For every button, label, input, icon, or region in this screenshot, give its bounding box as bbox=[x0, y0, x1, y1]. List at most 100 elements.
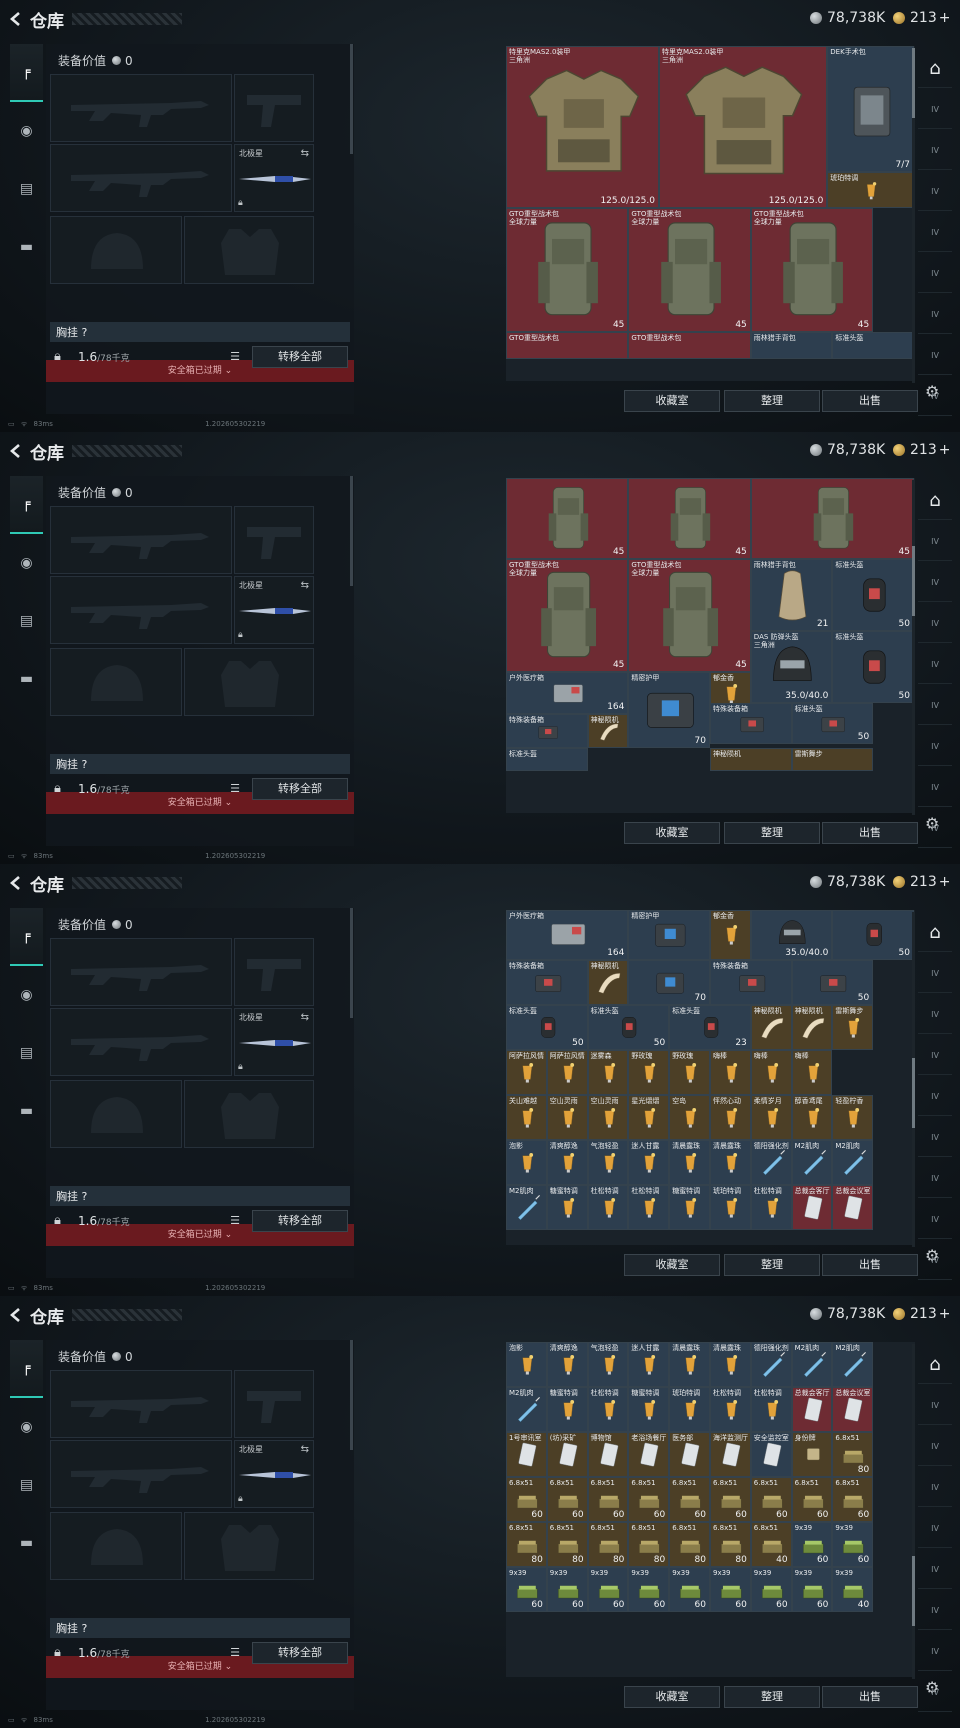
inventory-item[interactable]: 9x39 40 bbox=[832, 1567, 874, 1612]
secondary-weapon-slot[interactable] bbox=[50, 144, 232, 212]
inventory-item[interactable]: 安全监控室 bbox=[750, 1432, 792, 1477]
inventory-item[interactable]: 野玫瑰 bbox=[669, 1049, 710, 1095]
inventory-item[interactable]: 9x39 60 bbox=[669, 1567, 710, 1612]
inventory-item[interactable]: 标准头盔 50 bbox=[791, 703, 874, 744]
inventory-item[interactable]: 特殊装备箱 bbox=[710, 703, 792, 744]
pistol-slot[interactable] bbox=[234, 938, 314, 1006]
tab-case[interactable]: ▬ bbox=[10, 650, 43, 708]
tab-storage-main[interactable]: ⌂ bbox=[918, 1346, 952, 1384]
inventory-item[interactable]: GTO重型战术包 全球力量 45 bbox=[750, 208, 874, 332]
inventory-item[interactable]: 雷斯舞步 bbox=[791, 748, 874, 771]
inventory-item[interactable]: 6.8x51 60 bbox=[832, 1477, 874, 1522]
chest-rig-slot[interactable]: 胸挂 ? bbox=[50, 322, 350, 342]
tab-armor[interactable]: ◉ bbox=[10, 966, 43, 1024]
inventory-item[interactable]: 6.8x51 80 bbox=[628, 1522, 670, 1567]
inventory-item[interactable]: 户外医疗箱 164 bbox=[506, 910, 629, 960]
inventory-item[interactable]: 清晨露珠 bbox=[710, 1342, 751, 1387]
inventory-grid[interactable]: 泡影 清爽醇逸 气泡轻盈 迷人甘露 清晨露珠 清晨露珠 德阳强化剂 M2肌肉 M2肌肉 M2肌肉糖… bbox=[506, 1342, 915, 1677]
transfer-all-button[interactable]: 转移全部 bbox=[252, 778, 348, 800]
inventory-item[interactable]: 神秘陨机 bbox=[587, 714, 629, 748]
tab-weapons[interactable]: ╒ bbox=[10, 1340, 43, 1398]
inventory-item[interactable]: 德阳强化剂 bbox=[750, 1342, 792, 1387]
pistol-slot[interactable] bbox=[234, 506, 314, 574]
inventory-item[interactable]: 糖蜜特调 bbox=[546, 1387, 588, 1432]
tab-gear[interactable]: ▤ bbox=[10, 1456, 43, 1514]
inventory-item[interactable]: 6.8x51 80 bbox=[669, 1522, 710, 1567]
inventory-item[interactable]: 清晨露珠 bbox=[710, 1139, 751, 1185]
help-icon[interactable]: ? bbox=[82, 1190, 88, 1203]
tab-storage-page[interactable]: IV bbox=[918, 173, 952, 211]
inventory-item[interactable]: 总裁会议室 bbox=[832, 1387, 874, 1432]
tab-storage-main[interactable]: ⌂ bbox=[918, 50, 952, 88]
primary-weapon-slot[interactable] bbox=[50, 938, 232, 1006]
list-icon[interactable]: ☰ bbox=[226, 346, 244, 368]
inventory-item[interactable]: 9x39 60 bbox=[832, 1522, 874, 1567]
inventory-item[interactable]: 阿萨拉风情 bbox=[546, 1049, 588, 1095]
inventory-item[interactable]: M2肌肉 bbox=[832, 1342, 874, 1387]
secondary-weapon-slot[interactable] bbox=[50, 1440, 232, 1508]
inventory-item[interactable]: 嗨棒 bbox=[791, 1049, 833, 1095]
inventory-item[interactable]: 琥珀特调 bbox=[669, 1387, 710, 1432]
tab-storage-page[interactable]: IV bbox=[918, 564, 952, 602]
inventory-item[interactable]: 1号审讯室 bbox=[506, 1432, 547, 1477]
inventory-item[interactable]: 星光熠熠 bbox=[628, 1094, 670, 1140]
inventory-item[interactable]: 老浴场餐厅 bbox=[628, 1432, 670, 1477]
inventory-item[interactable]: 9x39 60 bbox=[791, 1522, 833, 1567]
chest-rig-slot[interactable]: 胸挂 ? bbox=[50, 1186, 350, 1206]
sell-button[interactable]: 出售 bbox=[822, 390, 918, 412]
inventory-item[interactable]: 糖蜜特调 bbox=[628, 1387, 670, 1432]
inventory-item[interactable]: 6.8x51 80 bbox=[832, 1432, 874, 1477]
inventory-item[interactable]: GTO重型战术包 全球力量 45 bbox=[628, 559, 751, 672]
helmet-slot[interactable] bbox=[50, 216, 182, 284]
inventory-item[interactable]: 神秘陨机 bbox=[587, 959, 629, 1005]
helmet-slot[interactable] bbox=[50, 1512, 182, 1580]
inventory-item[interactable]: 野玫瑰 bbox=[628, 1049, 670, 1095]
inventory-item[interactable]: 6.8x51 60 bbox=[791, 1477, 833, 1522]
tab-storage-page[interactable]: IV bbox=[918, 810, 952, 848]
tab-armor[interactable]: ◉ bbox=[10, 534, 43, 592]
tab-storage-page[interactable]: IV bbox=[918, 296, 952, 334]
inventory-item[interactable]: 特里克MAS2.0装甲 三角洲 125.0/125.0 bbox=[506, 46, 659, 208]
inventory-item[interactable]: 9x39 60 bbox=[546, 1567, 588, 1612]
inventory-item[interactable]: 嗨棒 bbox=[710, 1049, 751, 1095]
inventory-item[interactable]: 杜松特调 bbox=[710, 1387, 751, 1432]
tab-storage-page[interactable]: IV bbox=[918, 1469, 952, 1507]
inventory-item[interactable]: 50 bbox=[832, 910, 914, 960]
inventory-item[interactable]: 9x39 60 bbox=[710, 1567, 751, 1612]
tab-storage-page[interactable]: IV bbox=[918, 523, 952, 561]
inventory-item[interactable]: GTO重型战术包 全球力量 45 bbox=[506, 208, 629, 332]
tab-storage-page[interactable]: IV bbox=[918, 1201, 952, 1239]
armor-slot[interactable] bbox=[184, 1080, 314, 1148]
inventory-item[interactable]: 6.8x51 80 bbox=[587, 1522, 629, 1567]
list-icon[interactable]: ☰ bbox=[226, 1210, 244, 1232]
back-button[interactable] bbox=[0, 432, 30, 470]
collection-room-button[interactable]: 收藏室 bbox=[624, 1254, 720, 1276]
tab-storage-page[interactable]: IV bbox=[918, 1078, 952, 1116]
tab-storage-page[interactable]: IV bbox=[918, 132, 952, 170]
inventory-item[interactable]: 海洋监测厅 bbox=[710, 1432, 751, 1477]
help-icon[interactable]: ? bbox=[82, 758, 88, 771]
equipment-scrollbar[interactable] bbox=[350, 476, 353, 586]
inventory-item[interactable]: 雷斯舞步 bbox=[832, 1004, 874, 1050]
armor-slot[interactable] bbox=[184, 216, 314, 284]
tab-storage-page[interactable]: IV bbox=[918, 1633, 952, 1671]
inventory-item[interactable]: 气泡轻盈 bbox=[587, 1139, 629, 1185]
tab-storage-page[interactable]: IV bbox=[918, 255, 952, 293]
tab-storage-page[interactable]: IV bbox=[918, 91, 952, 129]
transfer-all-button[interactable]: 转移全部 bbox=[252, 1210, 348, 1232]
tab-storage-page[interactable]: IV bbox=[918, 605, 952, 643]
secondary-weapon-slot[interactable] bbox=[50, 1008, 232, 1076]
inventory-item[interactable]: 神秘陨机 bbox=[750, 1004, 792, 1050]
inventory-grid[interactable]: 特里克MAS2.0装甲 三角洲 125.0/125.0 特里克MAS2.0装甲 三角… bbox=[506, 46, 915, 381]
inventory-item[interactable]: 糖蜜特调 bbox=[546, 1184, 588, 1230]
equipment-scrollbar[interactable] bbox=[350, 44, 353, 154]
inventory-item[interactable]: 迷人甘露 bbox=[628, 1139, 670, 1185]
inventory-item[interactable]: M2肌肉 bbox=[791, 1342, 833, 1387]
inventory-item[interactable]: 空岛 bbox=[669, 1094, 710, 1140]
secondary-weapon-slot[interactable] bbox=[50, 576, 232, 644]
tab-storage-page[interactable]: IV bbox=[918, 1119, 952, 1157]
inventory-item[interactable]: M2肌肉 bbox=[791, 1139, 833, 1185]
inventory-scroll-thumb[interactable] bbox=[912, 1057, 915, 1128]
inventory-item[interactable]: 泡影 bbox=[506, 1139, 547, 1185]
inventory-item[interactable]: M2肌肉 bbox=[506, 1387, 547, 1432]
